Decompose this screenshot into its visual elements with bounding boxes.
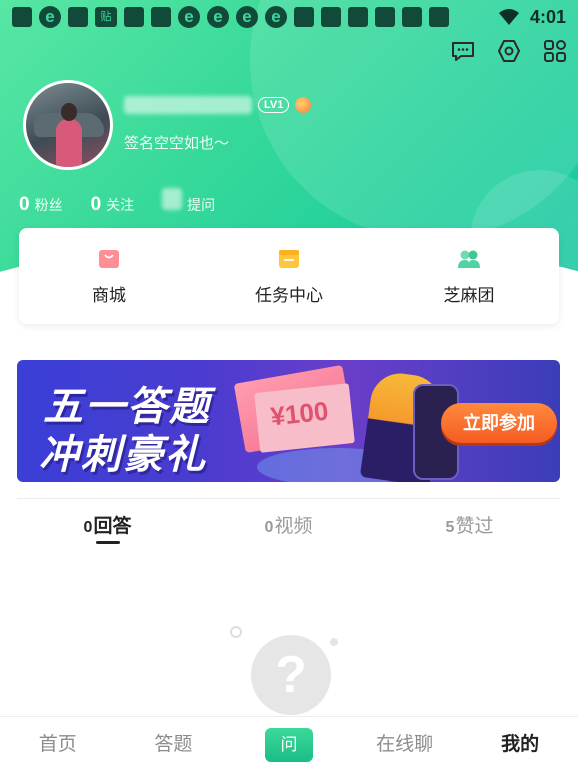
bottom-nav: 首页 答题 问 在线聊 我的 (0, 716, 578, 771)
calendar-icon (279, 249, 299, 268)
money-bill-illustration: ¥100 (254, 383, 355, 453)
decor-dot (330, 638, 338, 646)
nav-mine[interactable]: 我的 (462, 717, 578, 771)
service-label: 任务中心 (255, 285, 323, 305)
banner-title-line2: 冲刺豪礼 (39, 433, 207, 477)
tab-answers[interactable]: 0回答 (17, 499, 198, 548)
wifi-icon (498, 9, 519, 25)
avatar-photo-person (56, 119, 82, 167)
app-notification-icon (151, 7, 171, 27)
ask-button[interactable]: 问 (264, 727, 313, 762)
stat-number: 0 (19, 194, 30, 215)
promo-banner[interactable]: 五一答题 冲刺豪礼 ¥100 立即参加 (17, 360, 560, 482)
services-card: 商城 任务中心 芝麻团 (19, 228, 559, 324)
nav-ask[interactable]: 问 (231, 717, 347, 771)
tab-label: 视频 (274, 516, 313, 537)
stat-questions[interactable]: 提问 (162, 188, 215, 215)
avatar-photo-head (61, 103, 77, 121)
app-notification-icon (429, 7, 449, 27)
app-notification-icon (375, 7, 395, 27)
status-bar: e 贴 e e e e 4:01 (0, 0, 578, 34)
service-label: 商城 (92, 285, 126, 305)
service-zhima-group[interactable]: 芝麻团 (379, 228, 559, 324)
app-notification-icon (124, 7, 144, 27)
stat-label: 粉丝 (34, 197, 63, 213)
browser-e-icon: e (236, 6, 258, 28)
profile-stats: 0 粉丝 0 关注 提问 (19, 188, 215, 216)
question-mark-icon: ? (251, 635, 331, 715)
stat-following[interactable]: 0 关注 (91, 194, 135, 216)
stat-fans[interactable]: 0 粉丝 (19, 194, 63, 216)
clock: 4:01 (529, 6, 566, 27)
message-icon[interactable] (450, 38, 476, 64)
settings-icon[interactable] (496, 38, 522, 64)
shopping-bag-icon (99, 249, 119, 268)
stat-number-redacted (162, 188, 183, 210)
browser-e-icon: e (265, 6, 287, 28)
header-actions (450, 38, 568, 64)
browser-e-icon: e (207, 6, 229, 28)
nav-online-chat[interactable]: 在线聊 (347, 717, 463, 771)
paw-app-icon (12, 7, 32, 27)
nav-home[interactable]: 首页 (0, 717, 116, 771)
avatar[interactable] (23, 80, 113, 170)
browser-e-icon: e (39, 6, 61, 28)
tab-label: 回答 (93, 516, 132, 537)
medal-icon (295, 97, 312, 113)
app-notification-icon (348, 7, 368, 27)
service-task-center[interactable]: 任务中心 (199, 228, 379, 324)
tab-label: 赞过 (455, 516, 494, 537)
service-label: 芝麻团 (443, 285, 495, 305)
app-notification-icon (321, 7, 341, 27)
app-notification-icon (68, 7, 88, 27)
nav-answer-questions[interactable]: 答题 (116, 717, 232, 771)
grid-menu-icon[interactable] (542, 38, 568, 64)
service-shop[interactable]: 商城 (19, 228, 199, 324)
tab-liked[interactable]: 5赞过 (379, 499, 560, 548)
app-notification-icon (294, 7, 314, 27)
level-badge: LV1 (258, 97, 290, 113)
username-row[interactable]: LV1 (124, 96, 312, 114)
stat-number: 0 (90, 194, 102, 215)
stat-label: 关注 (106, 197, 135, 213)
empty-state: ? (220, 620, 360, 720)
tab-videos[interactable]: 0视频 (198, 499, 379, 548)
status-right: 4:01 (498, 0, 566, 34)
active-tab-indicator (95, 541, 120, 544)
app-notification-icon (402, 7, 422, 27)
stat-label: 提问 (187, 197, 216, 213)
tab-count: 5 (445, 519, 455, 536)
join-now-button[interactable]: 立即参加 (441, 403, 557, 443)
browser-e-icon: e (178, 6, 200, 28)
content-tabs: 0回答 0视频 5赞过 (17, 498, 560, 548)
tab-count: 0 (83, 519, 93, 536)
signature[interactable]: 签名空空如也～ (124, 132, 229, 153)
decor-dot (230, 626, 242, 638)
tieba-icon: 贴 (95, 7, 117, 27)
username-redacted (124, 96, 252, 114)
tab-count: 0 (264, 519, 274, 536)
notification-icons: e 贴 e e e e (12, 6, 449, 28)
group-icon (458, 250, 480, 268)
